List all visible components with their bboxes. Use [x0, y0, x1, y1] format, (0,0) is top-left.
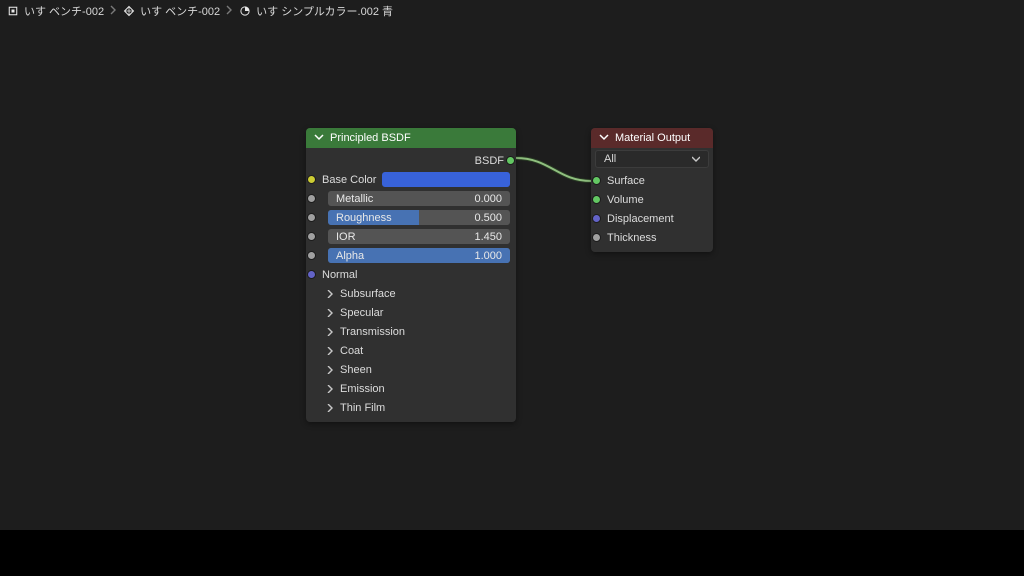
node-header[interactable]: Principled BSDF [306, 128, 516, 148]
number-field[interactable]: Metallic 0.000 [328, 191, 510, 206]
input-displacement[interactable]: Displacement [597, 210, 707, 227]
input-base-color[interactable]: Base Color [312, 171, 510, 188]
chevron-right-icon [326, 347, 334, 355]
select-value: All [604, 153, 616, 165]
input-thickness[interactable]: Thickness [597, 229, 707, 246]
field-value: 0.500 [474, 212, 502, 224]
socket-dot-vector[interactable] [592, 214, 601, 223]
socket-label: Base Color [322, 174, 376, 186]
socket-dot-vector[interactable] [307, 270, 316, 279]
socket-dot-float[interactable] [307, 213, 316, 222]
chevron-right-icon [224, 5, 234, 18]
input-surface[interactable]: Surface [597, 172, 707, 189]
node-title: Principled BSDF [330, 132, 411, 144]
socket-label: BSDF [475, 155, 504, 167]
breadcrumb-collection[interactable]: いす ベンチ-002 [6, 3, 104, 19]
field-value: 1.450 [474, 231, 502, 243]
field-label: Metallic [336, 193, 373, 205]
mesh-icon [122, 4, 136, 18]
color-swatch[interactable] [382, 172, 510, 187]
breadcrumb-label: いす シンプルカラー.002 青 [256, 3, 393, 19]
expander-label: Specular [340, 307, 383, 319]
node-title: Material Output [615, 132, 690, 144]
socket-dot-shader[interactable] [506, 156, 515, 165]
target-select[interactable]: All [595, 150, 709, 168]
expander-specular[interactable]: Specular [312, 304, 510, 321]
socket-label: Surface [607, 175, 645, 187]
chevron-right-icon [326, 290, 334, 298]
breadcrumb-material[interactable]: いす シンプルカラー.002 青 [238, 3, 393, 19]
expander-transmission[interactable]: Transmission [312, 323, 510, 340]
socket-label: Volume [607, 194, 644, 206]
socket-dot-shader[interactable] [592, 176, 601, 185]
chevron-right-icon [326, 309, 334, 317]
socket-dot-color[interactable] [307, 175, 316, 184]
expander-label: Subsurface [340, 288, 396, 300]
input-metallic[interactable]: Metallic 0.000 [312, 190, 510, 207]
chevron-right-icon [326, 328, 334, 336]
collection-icon [6, 4, 20, 18]
field-label: Roughness [336, 212, 392, 224]
output-socket-bsdf[interactable]: BSDF [312, 152, 510, 169]
breadcrumb-label: いす ベンチ-002 [140, 3, 220, 19]
chevron-right-icon [326, 385, 334, 393]
socket-dot-float[interactable] [307, 251, 316, 260]
field-label: Alpha [336, 250, 364, 262]
expander-coat[interactable]: Coat [312, 342, 510, 359]
expander-sheen[interactable]: Sheen [312, 361, 510, 378]
socket-dot-float[interactable] [592, 233, 601, 242]
input-normal[interactable]: Normal [312, 266, 510, 283]
socket-label: Displacement [607, 213, 674, 225]
socket-dot-shader[interactable] [592, 195, 601, 204]
expander-label: Thin Film [340, 402, 385, 414]
socket-label: Normal [322, 269, 357, 281]
number-field[interactable]: IOR 1.450 [328, 229, 510, 244]
expander-label: Sheen [340, 364, 372, 376]
node-body: Surface Volume Displacement Thickness [591, 172, 713, 252]
chevron-down-icon [692, 155, 700, 163]
node-principled-bsdf[interactable]: Principled BSDF BSDF Base Color Metallic… [306, 128, 516, 422]
chevron-right-icon [326, 366, 334, 374]
socket-label: Thickness [607, 232, 657, 244]
number-field[interactable]: Roughness 0.500 [328, 210, 510, 225]
expander-label: Coat [340, 345, 363, 357]
field-value: 1.000 [474, 250, 502, 262]
field-value: 0.000 [474, 193, 502, 205]
breadcrumb-object[interactable]: いす ベンチ-002 [122, 3, 220, 19]
material-icon [238, 4, 252, 18]
expander-emission[interactable]: Emission [312, 380, 510, 397]
node-material-output[interactable]: Material Output All Surface Volume Displ… [591, 128, 713, 252]
breadcrumb: いす ベンチ-002 いす ベンチ-002 いす シンプルカラー.002 青 [0, 0, 1024, 22]
field-label: IOR [336, 231, 356, 243]
socket-dot-float[interactable] [307, 232, 316, 241]
chevron-down-icon [599, 132, 609, 145]
node-header[interactable]: Material Output [591, 128, 713, 148]
node-body: BSDF Base Color Metallic 0.000 [306, 148, 516, 422]
chevron-right-icon [326, 404, 334, 412]
input-roughness[interactable]: Roughness 0.500 [312, 209, 510, 226]
input-volume[interactable]: Volume [597, 191, 707, 208]
chevron-down-icon [314, 132, 324, 145]
number-field[interactable]: Alpha 1.000 [328, 248, 510, 263]
chevron-right-icon [108, 5, 118, 18]
expander-label: Emission [340, 383, 385, 395]
expander-label: Transmission [340, 326, 405, 338]
expander-subsurface[interactable]: Subsurface [312, 285, 510, 302]
input-ior[interactable]: IOR 1.450 [312, 228, 510, 245]
socket-dot-float[interactable] [307, 194, 316, 203]
node-editor-viewport[interactable]: いす ベンチ-002 いす ベンチ-002 いす シンプルカラー.002 青 [0, 0, 1024, 530]
expander-thin-film[interactable]: Thin Film [312, 399, 510, 416]
input-alpha[interactable]: Alpha 1.000 [312, 247, 510, 264]
breadcrumb-label: いす ベンチ-002 [24, 3, 104, 19]
